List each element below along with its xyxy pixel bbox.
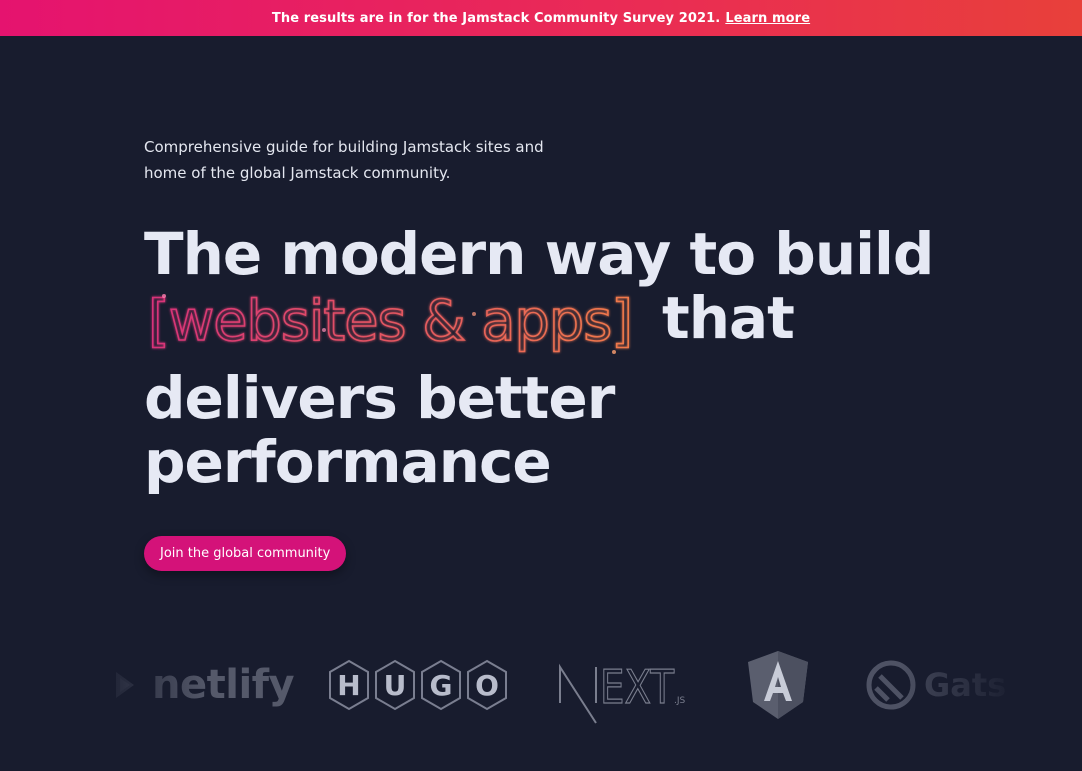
gatsby-icon [866,660,916,710]
netlify-wordmark: netlify [152,662,295,708]
netlify-icon [116,672,134,698]
headline-that: that [662,284,795,352]
angular-icon [748,651,808,719]
sparkle-icon [612,350,616,354]
hugo-letter-h: H [337,669,360,702]
nextjs-logo[interactable]: EXT .JS [556,640,696,730]
highlight-text: [websites & apps] [148,289,632,354]
announcement-banner: The results are in for the Jamstack Comm… [0,0,1082,36]
gatsby-wordmark: Gats [924,666,1007,704]
netlify-logo[interactable]: netlify [110,640,295,730]
headline-line-1: The modern way to build [144,220,934,288]
headline-line-3: delivers better [144,364,615,432]
intro-line-2: home of the global Jamstack community. [144,164,451,182]
hugo-letter-u: U [384,669,407,702]
framework-logos: netlify H U G O EXT .JS Gats [110,640,1010,730]
sparkle-icon [472,312,476,316]
intro-line-1: Comprehensive guide for building Jamstac… [144,138,544,156]
sparkle-icon [162,294,166,298]
angular-logo[interactable] [746,640,810,730]
hugo-logo[interactable]: H U G O [326,640,512,730]
next-suffix: .JS [674,696,686,706]
headline-line-4: performance [144,428,552,496]
next-wordmark: EXT [600,660,675,714]
hugo-letter-g: G [430,669,453,702]
intro-text: Comprehensive guide for building Jamstac… [144,134,544,186]
sparkle-icon [322,328,326,332]
join-community-button[interactable]: Join the global community [144,536,347,571]
banner-text: The results are in for the Jamstack Comm… [271,10,721,26]
hugo-letter-o: O [475,669,499,702]
hugo-icon: H U G O [329,659,507,711]
nextjs-icon: EXT .JS [559,659,686,724]
gatsby-logo[interactable]: Gats [866,640,1006,730]
learn-more-link[interactable]: Learn more [725,11,810,26]
headline-highlight: [websites & apps] [147,288,634,355]
